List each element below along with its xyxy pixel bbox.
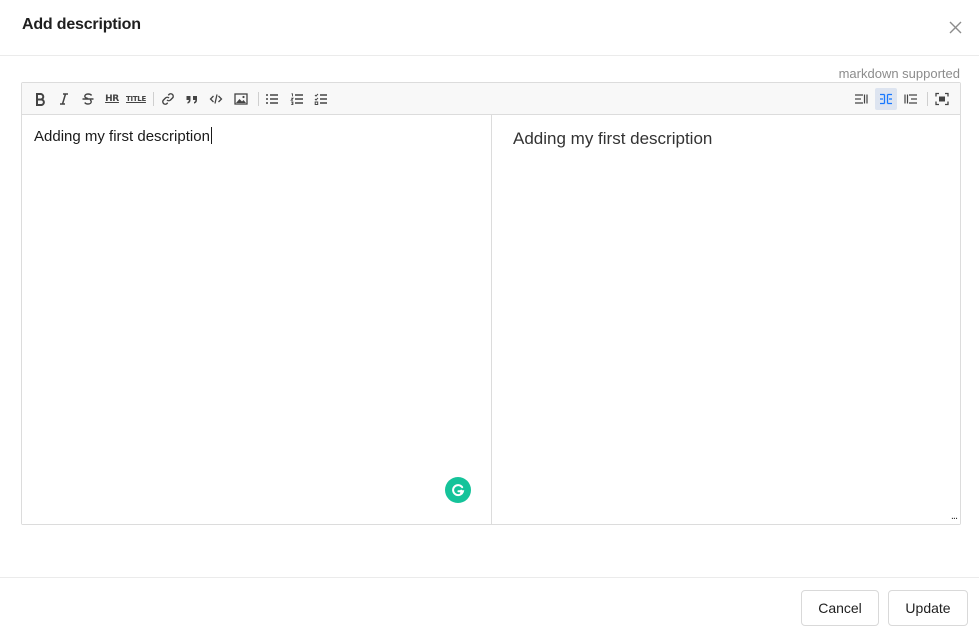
ordered-list-icon [290,93,303,106]
preview-only-view-button[interactable] [900,88,922,110]
bold-button[interactable] [29,88,51,110]
close-button[interactable] [944,16,966,38]
resize-handle[interactable]: ... [951,510,958,522]
markdown-editor: HR TITLE Adding my first description Add… [21,82,961,525]
italic-button[interactable] [53,88,75,110]
ordered-list-button[interactable] [286,88,308,110]
strikethrough-icon [82,93,94,105]
unordered-list-button[interactable] [261,88,283,110]
markdown-preview-text: Adding my first description [513,129,713,148]
markdown-supported-note: markdown supported [838,66,960,81]
fullscreen-icon [935,92,949,106]
bold-icon [36,93,45,106]
toolbar-divider [153,92,154,106]
split-view-button[interactable] [875,88,897,110]
strikethrough-button[interactable] [77,88,99,110]
checklist-icon [314,93,327,105]
title-button[interactable]: TITLE [125,88,147,110]
edit-only-view-button[interactable] [850,88,872,110]
horizontal-rule-button[interactable]: HR [101,88,123,110]
editor-toolbar: HR TITLE [22,83,960,115]
image-icon [234,93,248,105]
markdown-input-text[interactable]: Adding my first description [34,127,212,145]
close-icon [949,21,961,33]
grammarly-button[interactable] [445,477,471,503]
toolbar-divider [258,92,259,106]
link-button[interactable] [157,88,179,110]
quote-button[interactable] [181,88,203,110]
text-caret [210,127,212,144]
image-button[interactable] [230,88,252,110]
modal-header: Add description [0,0,979,56]
checklist-button[interactable] [310,88,332,110]
italic-icon [60,93,68,105]
horizontal-rule-icon: HR [105,94,119,104]
edit-only-icon [855,94,868,104]
markdown-input-area[interactable]: Adding my first description [22,115,492,524]
markdown-input-content: Adding my first description [34,128,210,145]
code-button[interactable] [205,88,227,110]
split-view-icon [880,93,892,105]
fullscreen-button[interactable] [931,88,953,110]
unordered-list-icon [266,94,278,104]
grammarly-icon [452,484,465,497]
modal-title: Add description [22,16,141,33]
title-icon: TITLE [126,95,146,103]
link-icon [162,93,174,105]
preview-only-icon [904,94,917,104]
markdown-preview-area: Adding my first description ... [493,115,960,524]
quote-icon [186,96,197,104]
toolbar-divider [927,92,928,106]
modal-footer: Cancel Update [0,577,979,631]
update-button[interactable]: Update [888,590,968,626]
cancel-button[interactable]: Cancel [801,590,879,626]
code-icon [209,94,223,104]
